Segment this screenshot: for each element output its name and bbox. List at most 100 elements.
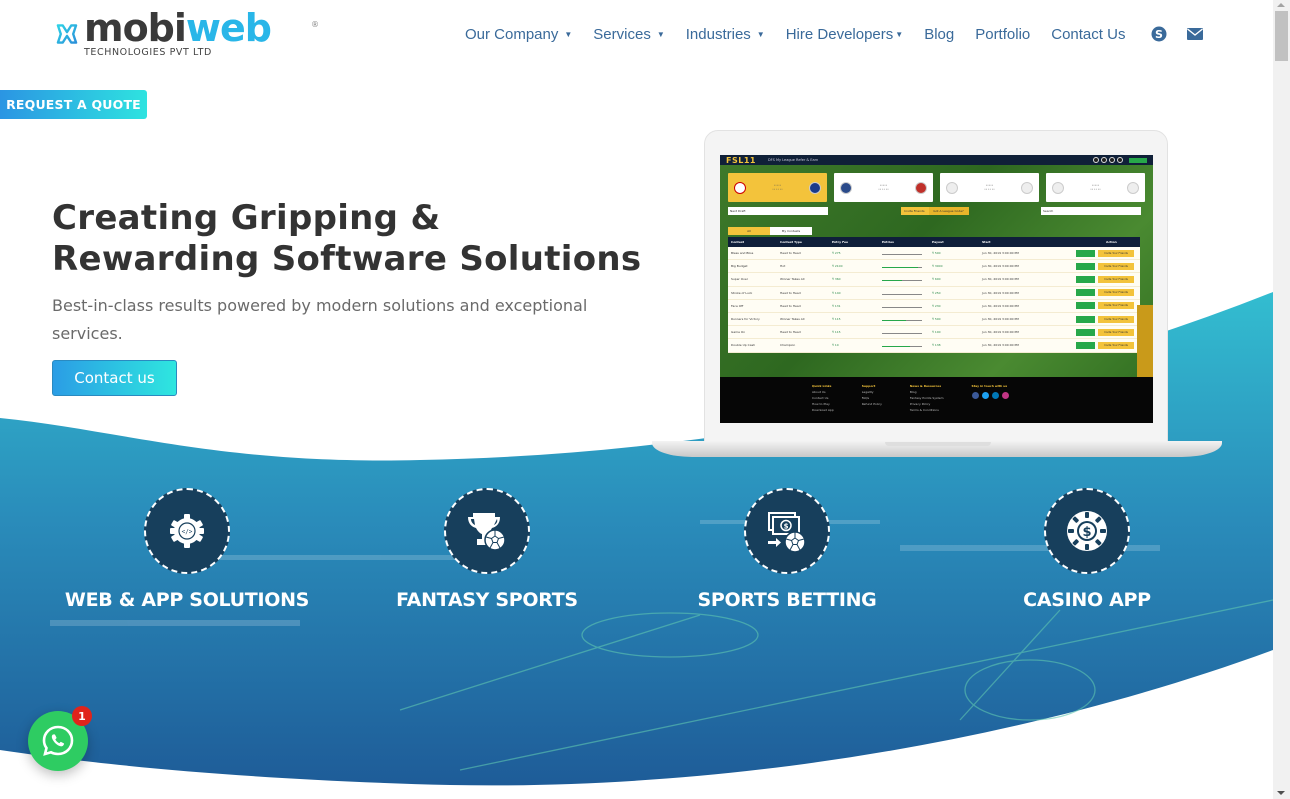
join-button	[1076, 328, 1095, 336]
service-casino-app[interactable]: $ CASINO APP	[957, 488, 1217, 611]
contest-row: Super Over Winner Takes All ₹ 360 ₹ 600 Jun …	[728, 273, 1140, 287]
invite-button: Invite Your Friends	[1098, 341, 1134, 349]
logo[interactable]: mobiweb TECHNOLOGIES PVT LTD ®	[56, 5, 319, 60]
scroll-down-arrow-icon[interactable]	[1277, 791, 1285, 795]
hero-title-line2: Rewarding Software Solutions	[52, 239, 642, 279]
notification-badge: 1	[72, 706, 92, 726]
footer-col: News & Resources Blog Fantasy Points Syste…	[909, 384, 944, 412]
invite-button: Invite Your Friends	[1098, 289, 1134, 297]
nav-blog[interactable]: Blog	[924, 26, 954, 43]
join-button	[1076, 315, 1095, 323]
scroll-up-arrow-icon[interactable]	[1277, 3, 1285, 7]
logo-word-accent: web	[185, 5, 272, 50]
app-tab-all: All	[728, 227, 770, 235]
service-icon-circle[interactable]: $	[744, 488, 830, 574]
league-code-chip: Got A League Code?	[928, 207, 969, 215]
nav-our-company[interactable]: Our Company ▼	[465, 26, 572, 43]
next-draft-bar: Next Draft	[728, 207, 828, 215]
hero-title-line1: Creating Gripping &	[52, 198, 441, 238]
envelope-icon[interactable]	[1186, 25, 1204, 43]
nav-contact-us[interactable]: Contact Us	[1051, 26, 1125, 43]
service-web-app[interactable]: </> WEB & APP SOLUTIONS	[57, 488, 317, 611]
hero-subtitle: Best-in-class results powered by modern …	[52, 296, 588, 343]
contest-row: Game On Head to Head ₹ 115 ₹ 100 Jun 30, 201…	[728, 326, 1140, 340]
match-card: ••••• •• •• ••	[728, 173, 827, 202]
app-icon	[1101, 157, 1107, 163]
social-icon	[1001, 392, 1009, 399]
service-sports-betting[interactable]: $ SPORTS BETTING	[657, 488, 917, 611]
app-green-button	[1129, 157, 1147, 163]
main-nav: Our Company ▼ Services ▼ Industries ▼ Hire …	[465, 24, 1218, 44]
contest-row: Stroke of Luck Head to Head ₹ 140 ₹ 250 Jun …	[728, 287, 1140, 300]
svg-text:$: $	[784, 523, 789, 531]
nav-label: Contact Us	[1051, 25, 1126, 43]
app-logo: FSL11	[726, 155, 756, 165]
casino-chip-icon: $	[1067, 511, 1107, 551]
invite-button: Invite Your Friends	[1098, 315, 1134, 323]
entries-progress	[882, 293, 922, 295]
contest-row: Face Off Head to Head ₹ 131 ₹ 230 Jun 30, 20…	[728, 300, 1140, 313]
invite-button: Invite Your Friends	[1098, 262, 1134, 270]
svg-text:</>: </>	[182, 529, 193, 536]
footer-col: Stay in touch with us	[971, 383, 1009, 423]
service-label[interactable]: CASINO APP	[957, 589, 1217, 611]
invite-button: Invite Your Friends	[1098, 275, 1134, 283]
contest-table: Contest Contest Type Entry Fee Entries P…	[728, 237, 1140, 353]
join-button	[1076, 341, 1095, 349]
app-tab-my-contests: My Contests	[770, 227, 812, 235]
join-button	[1076, 289, 1095, 297]
entries-progress	[882, 320, 922, 322]
nav-label: Blog	[924, 25, 955, 43]
footer-col: Quick Links About Us Contact Us How to Play…	[812, 384, 834, 412]
nav-services[interactable]: Services ▼	[593, 26, 664, 43]
join-button	[1076, 249, 1095, 257]
match-cards: ••••• •• •• •• ••••• •• •• •• ••••• •• •• •…	[728, 173, 1145, 202]
caret-down-icon: ▼	[656, 29, 665, 39]
service-fantasy-sports[interactable]: FANTASY SPORTS	[357, 488, 617, 611]
nav-portfolio[interactable]: Portfolio	[975, 26, 1030, 43]
invite-button: Invite Your Friends	[1098, 328, 1134, 336]
svg-text:S: S	[1155, 28, 1163, 41]
app-search-box: Search	[1041, 207, 1141, 215]
nav-industries[interactable]: Industries ▼	[686, 26, 765, 43]
social-icon	[971, 392, 979, 399]
app-icon	[1109, 157, 1115, 163]
app-menu: DFS My League Refer & Earn	[767, 158, 819, 162]
nav-label: Industries	[685, 25, 751, 43]
service-icon-circle[interactable]: $	[1044, 488, 1130, 574]
service-label[interactable]: SPORTS BETTING	[657, 589, 917, 611]
invite-button: Invite Your Friends	[1098, 302, 1134, 310]
match-card: ••••• •• •• ••	[834, 173, 933, 202]
nav-label: Services	[593, 25, 651, 43]
caret-down-icon: ▼	[564, 29, 573, 39]
trophy-ball-icon	[468, 513, 506, 551]
social-icon	[991, 392, 999, 399]
skype-icon[interactable]: S	[1150, 25, 1168, 43]
fantasy-app-screenshot: FSL11 DFS My League Refer & Earn ••••• ••…	[720, 155, 1153, 423]
contest-row: Big Budget Hot ₹ 2100 ₹ 3000 Jun 30, 2019 3:…	[728, 260, 1140, 274]
contest-table-header: Contest Contest Type Entry Fee Entries P…	[728, 237, 1140, 247]
service-icon-circle[interactable]	[444, 488, 530, 574]
service-label[interactable]: WEB & APP SOLUTIONS	[57, 589, 317, 611]
contest-row: Runners for Victory Winner Takes All ₹ 115…	[728, 313, 1140, 327]
app-topbar: FSL11 DFS My League Refer & Earn	[720, 155, 1153, 165]
app-icon	[1117, 157, 1123, 163]
contact-us-button[interactable]: Contact us	[52, 360, 177, 396]
footer-col: Support Legality FAQs Refund Policy	[861, 384, 882, 406]
entries-progress	[882, 267, 922, 269]
join-button	[1076, 302, 1095, 310]
invite-friends-chip: Invite Friends	[900, 207, 929, 215]
match-card: ••••• •• •• ••	[1046, 173, 1145, 202]
nav-label: Hire Developers	[785, 25, 894, 43]
entries-progress	[882, 254, 922, 256]
scrollbar-thumb[interactable]	[1275, 11, 1288, 61]
service-icon-circle[interactable]: </>	[144, 488, 230, 574]
app-footer: Quick Links About Us Contact Us How to Play…	[720, 377, 1153, 423]
service-label[interactable]: FANTASY SPORTS	[357, 589, 617, 611]
page-scrollbar[interactable]	[1273, 0, 1290, 799]
request-quote-button[interactable]: REQUEST A QUOTE	[0, 90, 147, 119]
whatsapp-icon	[42, 725, 74, 756]
hero-title: Creating Gripping & Rewarding Software S…	[52, 198, 641, 280]
entries-progress	[882, 333, 922, 335]
nav-hire-developers[interactable]: Hire Developers ▼	[786, 26, 903, 43]
